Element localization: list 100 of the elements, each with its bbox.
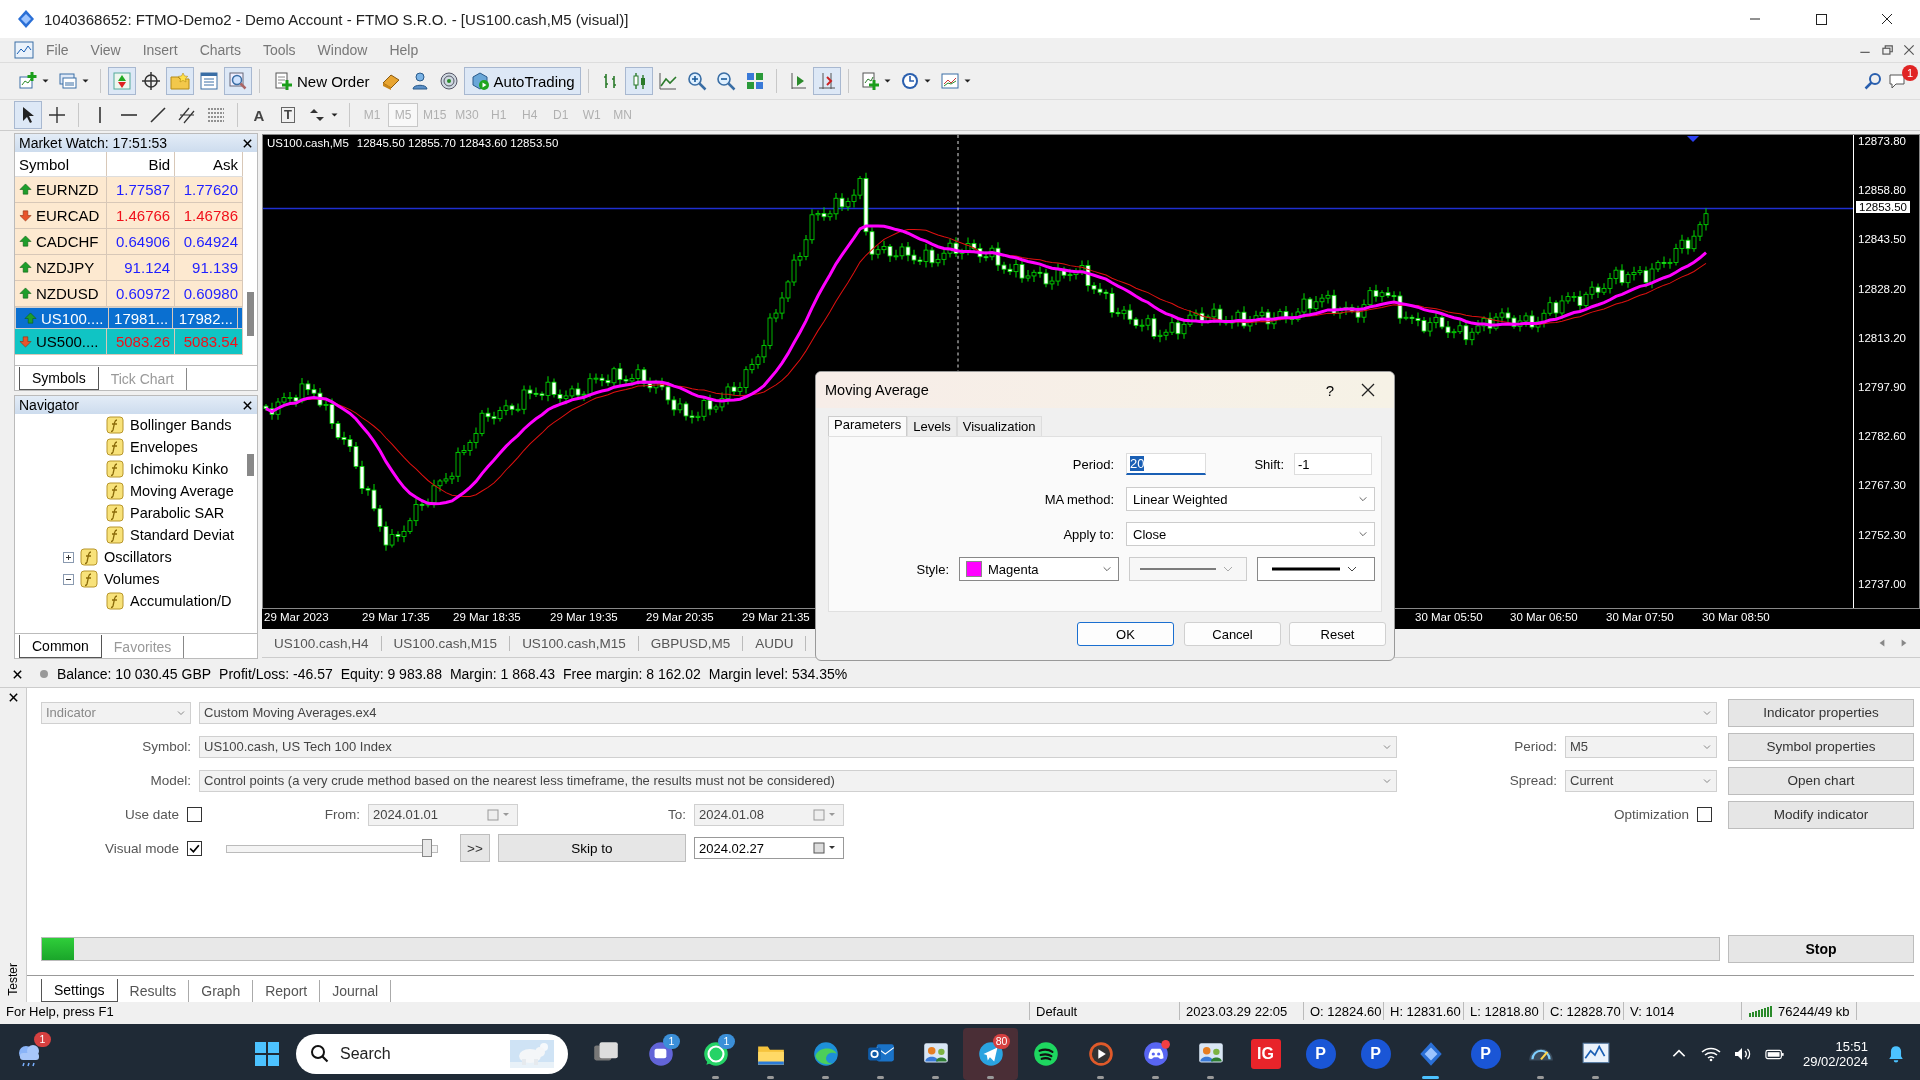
text-tool[interactable]: A (245, 101, 273, 129)
menu-item[interactable]: Charts (189, 42, 251, 58)
market-watch-icon[interactable] (108, 67, 136, 95)
chart-tab[interactable]: AUDU (743, 635, 807, 651)
menu-item[interactable]: File (36, 42, 79, 58)
symbol-row[interactable]: NZDUSD 0.60972 0.60980 (15, 281, 243, 307)
new-order-button[interactable]: New Order (267, 67, 376, 95)
color-dropdown[interactable]: Magenta (959, 557, 1119, 581)
dialog-button[interactable]: Reset (1289, 622, 1386, 646)
menu-item[interactable]: Help (379, 42, 429, 58)
line-style-dropdown[interactable] (1129, 557, 1247, 581)
dialog-tab[interactable]: Parameters (828, 416, 908, 436)
symbol-row[interactable]: EURNZD 1.77587 1.77620 (15, 177, 243, 203)
scrollbar-thumb[interactable] (247, 454, 254, 476)
panel-tab[interactable]: Common (19, 635, 102, 658)
shift-field[interactable]: -1 (1294, 453, 1372, 475)
dialog-tab[interactable]: Visualization (956, 416, 1042, 436)
symbol-row[interactable]: EURCAD 1.46766 1.46786 (15, 203, 243, 229)
column-header[interactable]: Ask (175, 152, 243, 176)
taskbar-app-button[interactable]: P (1470, 1039, 1501, 1069)
chart-tab[interactable]: US100.cash,M15 (381, 635, 511, 651)
tree-item[interactable]: Standard Deviat (130, 527, 234, 543)
slider-thumb[interactable] (422, 839, 432, 858)
price-label: 12797.90 (1858, 381, 1906, 393)
panel-tab[interactable]: Symbols (19, 367, 99, 390)
close-icon[interactable] (242, 399, 253, 411)
chart-tab[interactable]: GBPUSD,M5 (638, 635, 744, 651)
tree-item[interactable]: Accumulation/D (130, 593, 232, 609)
account-value: Free margin: 8 162.02 (563, 666, 701, 682)
expand-icon[interactable] (63, 551, 74, 563)
tree-item[interactable]: Oscillators (104, 549, 172, 565)
ma-method-dropdown[interactable]: Linear Weighted (1126, 487, 1375, 511)
symbol-dropdown[interactable]: US100.cash, US Tech 100 Index (199, 735, 1397, 758)
indicator-properties-button[interactable]: Indicator properties (1728, 698, 1914, 727)
speed-slider[interactable] (226, 839, 438, 858)
tree-item[interactable]: Parabolic SAR (130, 505, 225, 521)
close-icon[interactable] (7, 692, 19, 703)
fast-forward-button[interactable]: >> (460, 834, 490, 863)
clock-date[interactable]: 29/02/2024 (1802, 1054, 1868, 1069)
search-field[interactable]: Search (296, 1034, 568, 1074)
wifi-icon[interactable] (1700, 1045, 1721, 1063)
menu-item[interactable]: Tools (252, 42, 306, 58)
menu-item[interactable]: Insert (132, 42, 188, 58)
to-date-field[interactable]: 2024.01.08 (694, 803, 844, 826)
scrollbar-thumb[interactable] (247, 292, 254, 336)
chart-tab[interactable]: US100.cash,H4 (262, 635, 382, 651)
use-date-checkbox[interactable] (187, 807, 202, 822)
label-tool[interactable]: T (274, 101, 302, 129)
modify-indicator-button[interactable]: Modify indicator (1728, 800, 1914, 829)
tree-item[interactable]: Envelopes (130, 439, 198, 455)
tree-item[interactable]: Bollinger Bands (130, 417, 232, 433)
period-field[interactable]: 20 (1126, 453, 1206, 475)
close-icon[interactable] (12, 668, 23, 680)
status-text: L: 12818.80 (1470, 1003, 1539, 1019)
symbol-row[interactable]: CADCHF 0.64906 0.64924 (15, 229, 243, 255)
optimization-checkbox[interactable] (1697, 807, 1712, 822)
start-button[interactable] (252, 1039, 282, 1069)
model-dropdown[interactable]: Control points (a very crude method based on the nearest less timeframe, the results must not be considered) (199, 769, 1397, 792)
dialog-button[interactable]: Cancel (1184, 622, 1281, 646)
restore-icon[interactable] (1880, 43, 1894, 57)
collapse-icon[interactable] (63, 573, 74, 585)
open-chart-button[interactable]: Open chart (1728, 766, 1914, 795)
symbol-row[interactable]: US500.... 5083.26 5083.54 (15, 329, 243, 355)
apply-to-dropdown[interactable]: Close (1126, 522, 1375, 546)
program-dropdown[interactable]: Custom Moving Averages.ex4 (199, 701, 1717, 724)
symbol-properties-button[interactable]: Symbol properties (1728, 732, 1914, 761)
tree-item[interactable]: Volumes (104, 571, 160, 587)
tree-item[interactable]: Ichimoku Kinko (130, 461, 229, 477)
menu-item[interactable]: View (80, 42, 131, 58)
magnifier-icon[interactable] (224, 67, 252, 95)
tester-tab[interactable]: Settings (41, 979, 118, 1002)
visual-mode-checkbox[interactable] (187, 840, 202, 856)
symbol-row[interactable]: NZDJPY 91.124 91.139 (15, 255, 243, 281)
skip-to-button[interactable]: Skip to (498, 834, 686, 863)
spread-dropdown[interactable]: Current (1565, 769, 1717, 792)
taskbar-app-button[interactable]: P (1305, 1039, 1336, 1069)
clock-time[interactable]: 15:51 (1835, 1039, 1868, 1054)
line-width-dropdown[interactable] (1257, 557, 1375, 581)
column-header[interactable]: Bid (107, 152, 176, 176)
symbol-row[interactable]: US100.... 17981... 17982... (15, 307, 243, 329)
period-dropdown[interactable]: M5 (1565, 735, 1717, 758)
menu-item[interactable]: Window (307, 42, 378, 58)
taskbar-app-button[interactable]: IG (1250, 1039, 1281, 1069)
skip-date-field[interactable]: 2024.02.27 (694, 837, 844, 860)
close-icon[interactable] (1902, 43, 1916, 57)
from-date-field[interactable]: 2024.01.01 (368, 803, 518, 826)
tree-item[interactable]: Moving Average (130, 483, 234, 499)
column-header[interactable]: Symbol (15, 152, 108, 176)
close-icon[interactable] (242, 137, 253, 149)
stop-button[interactable]: Stop (1728, 935, 1914, 964)
autoscroll-icon[interactable] (812, 67, 841, 95)
dialog-tab[interactable]: Levels (907, 416, 957, 436)
autotrading-button[interactable]: AutoTrading (463, 67, 581, 95)
taskbar-app-button[interactable]: P (1360, 1039, 1391, 1069)
dialog-button[interactable]: OK (1077, 622, 1174, 646)
chart-tab[interactable]: US100.cash,M15 (510, 635, 639, 651)
help-button[interactable]: ? (1310, 375, 1350, 405)
candlestick-icon[interactable] (624, 67, 653, 95)
cursor-icon[interactable] (14, 101, 42, 129)
field-label: Style: (915, 561, 949, 577)
